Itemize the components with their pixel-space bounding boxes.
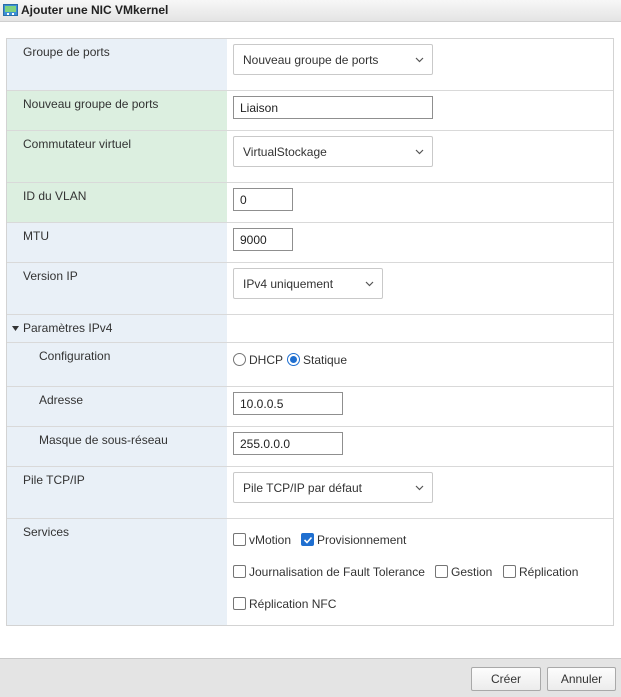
ip-version-select[interactable]: IPv4 uniquement (233, 268, 383, 299)
new-port-group-label: Nouveau groupe de ports (23, 97, 159, 111)
row-ipv4-address: Adresse 10.0.0.5 (7, 387, 613, 427)
checkbox-nfc-replication[interactable] (233, 597, 246, 610)
cancel-button[interactable]: Annuler (547, 667, 616, 691)
row-mtu: MTU 9000 (7, 223, 613, 263)
vlan-id-label: ID du VLAN (23, 189, 87, 203)
chevron-down-icon (365, 281, 374, 287)
radio-static-button[interactable] (287, 353, 300, 366)
network-adapter-icon (3, 4, 18, 16)
radio-dhcp-label: DHCP (249, 353, 284, 367)
service-replication-label: Réplication (519, 565, 579, 579)
row-subnet-mask: Masque de sous-réseau 255.0.0.0 (7, 427, 613, 467)
mtu-input[interactable]: 9000 (233, 228, 293, 251)
tcpip-stack-value: Pile TCP/IP par défaut (243, 481, 362, 495)
new-port-group-input[interactable]: Liaison (233, 96, 433, 119)
service-provisioning[interactable]: Provisionnement (301, 533, 406, 547)
vlan-id-value: 0 (240, 193, 247, 207)
service-fault-tolerance[interactable]: Journalisation de Fault Tolerance (233, 565, 425, 579)
radio-dhcp-button[interactable] (233, 353, 246, 366)
checkbox-vmotion[interactable] (233, 533, 246, 546)
row-ipv4-settings: Paramètres IPv4 (7, 315, 613, 343)
tcpip-stack-label: Pile TCP/IP (23, 473, 85, 487)
checkbox-replication[interactable] (503, 565, 516, 578)
ip-version-label: Version IP (23, 269, 78, 283)
chevron-down-icon (415, 57, 424, 63)
mtu-label: MTU (23, 229, 49, 243)
address-input[interactable]: 10.0.0.5 (233, 392, 343, 415)
subnet-mask-value: 255.0.0.0 (240, 437, 291, 451)
radio-static[interactable]: Statique (287, 353, 347, 367)
virtual-switch-label: Commutateur virtuel (23, 137, 132, 151)
service-nfc-replication-label: Réplication NFC (249, 597, 337, 611)
service-provisioning-label: Provisionnement (317, 533, 407, 547)
row-new-port-group: Nouveau groupe de ports Liaison (7, 91, 613, 131)
window-title: Ajouter une NIC VMkernel (21, 3, 169, 17)
row-port-group: Groupe de ports Nouveau groupe de ports (7, 39, 613, 91)
row-ipv4-configuration: Configuration DHCP Statique (7, 343, 613, 387)
checkmark-icon (303, 536, 313, 544)
port-group-select[interactable]: Nouveau groupe de ports (233, 44, 433, 75)
port-group-label: Groupe de ports (23, 45, 110, 59)
radio-static-label: Statique (303, 353, 348, 367)
row-virtual-switch: Commutateur virtuel VirtualStockage (7, 131, 613, 183)
chevron-down-icon (415, 485, 424, 491)
row-ip-version: Version IP IPv4 uniquement (7, 263, 613, 315)
virtual-switch-value: VirtualStockage (243, 145, 327, 159)
service-nfc-replication[interactable]: Réplication NFC (233, 597, 336, 611)
service-management-label: Gestion (451, 565, 493, 579)
checkbox-fault-tolerance[interactable] (233, 565, 246, 578)
dialog-footer: Créer Annuler (0, 658, 621, 697)
services-label: Services (23, 525, 70, 539)
create-button[interactable]: Créer (471, 667, 541, 691)
tcpip-stack-select[interactable]: Pile TCP/IP par défaut (233, 472, 433, 503)
triangle-down-icon (12, 326, 19, 331)
checkbox-management[interactable] (435, 565, 448, 578)
subnet-mask-input[interactable]: 255.0.0.0 (233, 432, 343, 455)
configuration-label: Configuration (39, 349, 111, 363)
service-vmotion[interactable]: vMotion (233, 533, 291, 547)
checkbox-provisioning[interactable] (301, 533, 314, 546)
row-tcpip-stack: Pile TCP/IP Pile TCP/IP par défaut (7, 467, 613, 519)
vlan-id-input[interactable]: 0 (233, 188, 293, 211)
chevron-down-icon (415, 149, 424, 155)
port-group-value: Nouveau groupe de ports (243, 53, 379, 67)
service-replication[interactable]: Réplication (503, 565, 578, 579)
mtu-value: 9000 (240, 233, 267, 247)
ipv4-settings-toggle[interactable]: Paramètres IPv4 (7, 315, 227, 342)
ipv4-settings-label: Paramètres IPv4 (23, 321, 113, 335)
address-value: 10.0.0.5 (240, 397, 284, 411)
vmkernel-form: Groupe de ports Nouveau groupe de ports … (6, 38, 614, 626)
row-services: Services vMotion Provisionnement Journal… (7, 519, 613, 625)
radio-dhcp[interactable]: DHCP (233, 353, 283, 367)
subnet-mask-label: Masque de sous-réseau (39, 433, 168, 447)
service-vmotion-label: vMotion (249, 533, 292, 547)
service-fault-tolerance-label: Journalisation de Fault Tolerance (249, 565, 425, 579)
service-management[interactable]: Gestion (435, 565, 492, 579)
virtual-switch-select[interactable]: VirtualStockage (233, 136, 433, 167)
row-vlan-id: ID du VLAN 0 (7, 183, 613, 223)
title-bar: Ajouter une NIC VMkernel (0, 0, 621, 22)
new-port-group-value: Liaison (240, 101, 279, 115)
ip-version-value: IPv4 uniquement (243, 277, 334, 291)
address-label: Adresse (39, 393, 84, 407)
